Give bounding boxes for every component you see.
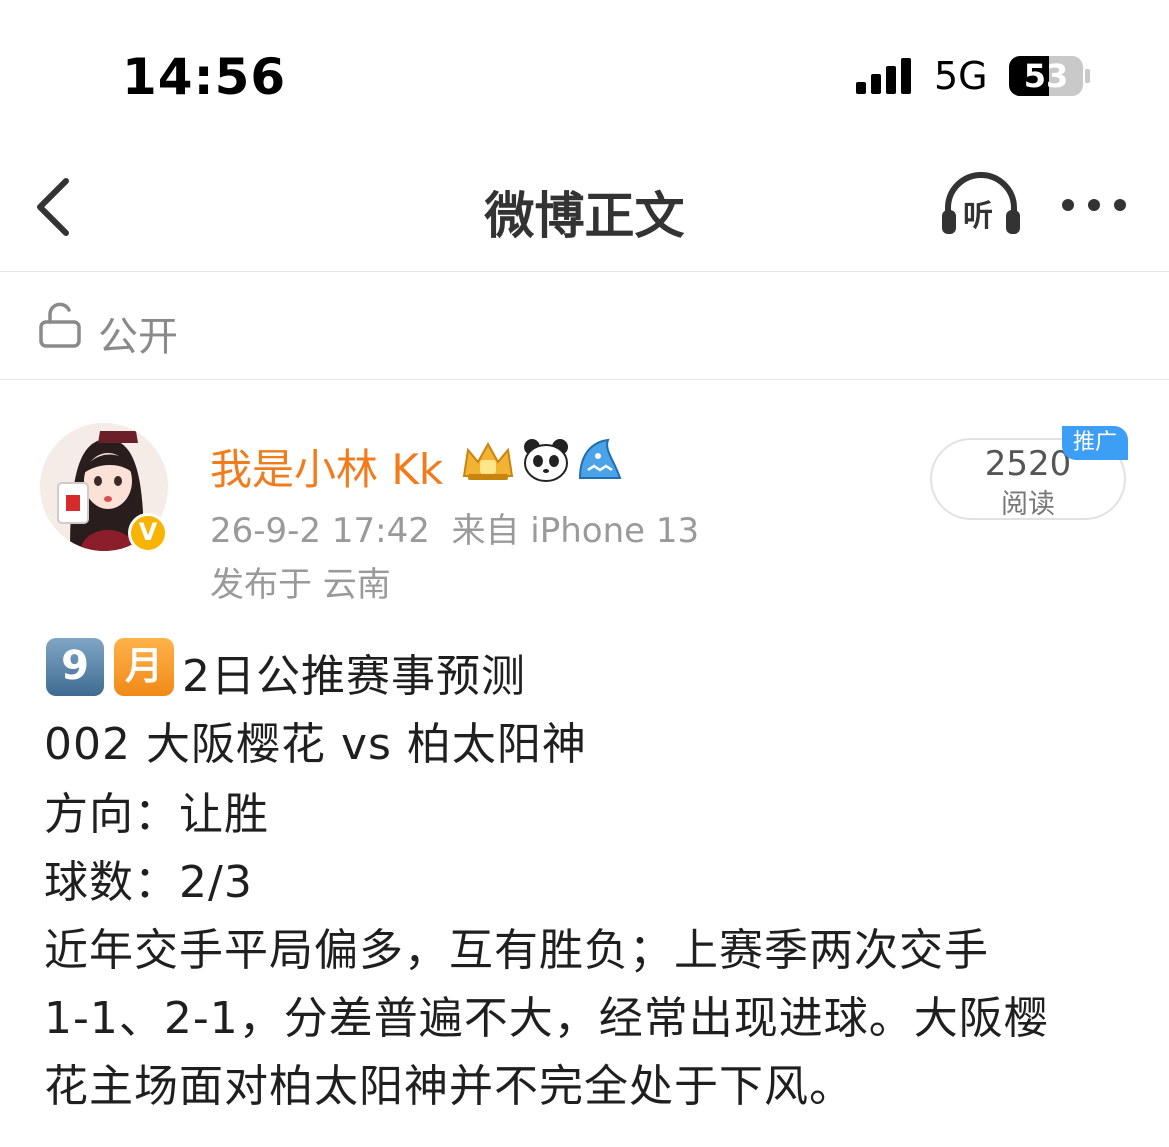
divider [0, 379, 1169, 380]
post-analysis-line: 1-1、2-1，分差普遍不大，经常出现进球。大阪樱 [44, 993, 1049, 1044]
post-goals-line: 球数：2/3 [44, 857, 253, 908]
lock-open-icon [39, 302, 81, 348]
post-timestamp-source: 26-9-2 17:42 来自 iPhone 13 [210, 511, 700, 551]
more-icon[interactable] [1058, 190, 1130, 220]
listen-label: 听 [963, 199, 993, 234]
signal-icon [856, 58, 911, 94]
post-location: 发布于 云南 [210, 565, 391, 605]
panda-badge-icon [524, 439, 568, 482]
shark-badge-icon [578, 438, 622, 479]
visibility-label: 公开 [98, 314, 178, 360]
post-analysis-line: 近年交手平局偏多，互有胜负；上赛季两次交手 [44, 925, 989, 976]
read-label: 阅读 [1001, 489, 1055, 520]
battery-level: 53 [1023, 57, 1069, 95]
battery-icon: 53 [1008, 55, 1090, 97]
post-direction-line: 方向：让胜 [44, 789, 269, 840]
month-emoji: 月 [114, 638, 174, 696]
crown-badge-icon [462, 441, 514, 480]
status-time: 14:56 [122, 48, 287, 106]
post-match-line: 002 大阪樱花 vs 柏太阳神 [44, 719, 587, 770]
post-title-line: 2日公推赛事预测 [182, 651, 526, 702]
network-label: 5G [934, 54, 988, 98]
divider [0, 271, 1169, 272]
username[interactable]: 我是小林 Kk [210, 436, 443, 497]
verified-badge: V [128, 513, 168, 553]
promo-tag: 推广 [1062, 426, 1128, 460]
number-nine-emoji: 9 [46, 638, 104, 696]
post-analysis-line: 花主场面对柏太阳神并不完全处于下风。 [44, 1061, 854, 1112]
